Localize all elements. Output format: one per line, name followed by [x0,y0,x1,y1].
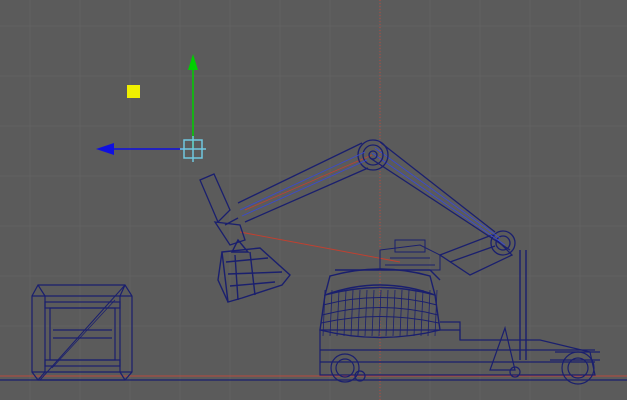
base-wire-line [322,289,326,337]
base-wire-line [420,289,424,337]
y-axis-arrow-icon[interactable] [188,54,198,70]
base-wire-line [350,289,354,337]
base-wire-line [371,289,375,337]
base-wire-line [406,289,410,337]
robot-claw-mesh[interactable] [217,238,291,303]
viewport-canvas[interactable] [0,0,627,400]
base-wire-line [336,289,340,337]
robot-arm-mesh[interactable] [199,139,516,276]
square-light-icon[interactable] [127,85,140,98]
z-axis-arrow-icon[interactable] [96,143,114,155]
base-wire-line [399,289,403,337]
manipulator-center-icon[interactable] [180,136,206,162]
ik-handle-line [239,231,401,263]
crate-mesh[interactable] [31,284,133,381]
3d-viewport[interactable] [0,0,627,400]
base-wire-line [343,289,347,337]
base-wire-line [413,289,417,337]
base-wire-line [385,289,389,337]
base-wire-line [392,289,396,337]
base-wire-line [364,289,368,337]
base-wire-line [357,289,361,337]
ik-handle-line-arm [244,154,373,211]
move-manipulator[interactable] [96,54,206,162]
